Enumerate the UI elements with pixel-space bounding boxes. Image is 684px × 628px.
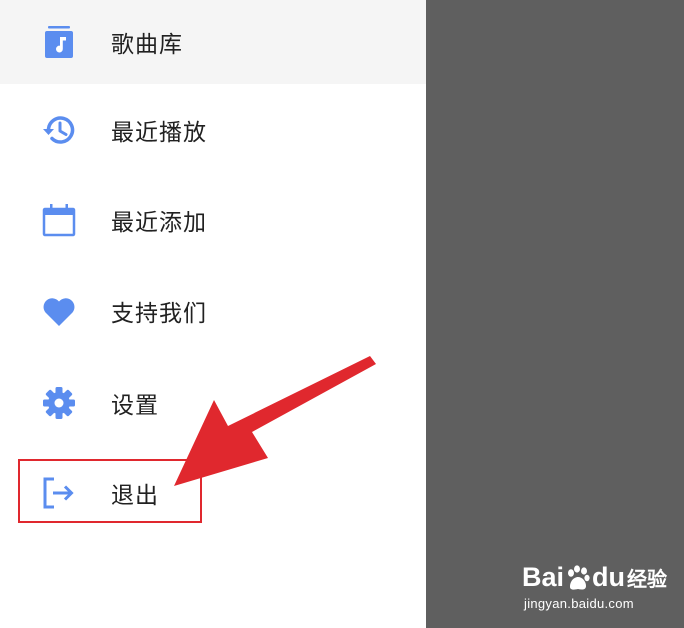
menu-item-support-us[interactable]: 支持我们: [0, 269, 426, 353]
gear-icon: [40, 384, 78, 422]
watermark-url: jingyan.baidu.com: [524, 596, 634, 611]
paw-icon: [568, 564, 590, 590]
menu-item-recently-played[interactable]: 最近播放: [0, 88, 426, 172]
music-library-icon: [40, 23, 78, 61]
menu-item-recently-added[interactable]: 最近添加: [0, 178, 426, 262]
navigation-drawer: 歌曲库 最近播放 最近添加 支持我们 设置 退出: [0, 0, 426, 628]
history-icon: [40, 111, 78, 149]
calendar-icon: [40, 201, 78, 239]
drawer-scrim[interactable]: [426, 0, 684, 628]
heart-icon: [40, 292, 78, 330]
menu-item-label: 支持我们: [111, 301, 207, 327]
menu-item-settings[interactable]: 设置: [0, 361, 426, 445]
menu-item-label: 歌曲库: [111, 32, 183, 58]
menu-item-label: 最近播放: [111, 120, 207, 146]
annotation-highlight-box: [18, 459, 202, 523]
baidu-watermark: Bai du 经验 jingyan.baidu.com: [522, 556, 672, 616]
watermark-brand: Bai du 经验: [522, 562, 668, 592]
menu-item-label: 最近添加: [111, 210, 207, 236]
menu-item-label: 设置: [111, 393, 159, 419]
menu-item-library[interactable]: 歌曲库: [0, 0, 426, 84]
screen: 歌曲库 最近播放 最近添加 支持我们 设置 退出 Bai du 经验 jingy…: [0, 0, 684, 628]
